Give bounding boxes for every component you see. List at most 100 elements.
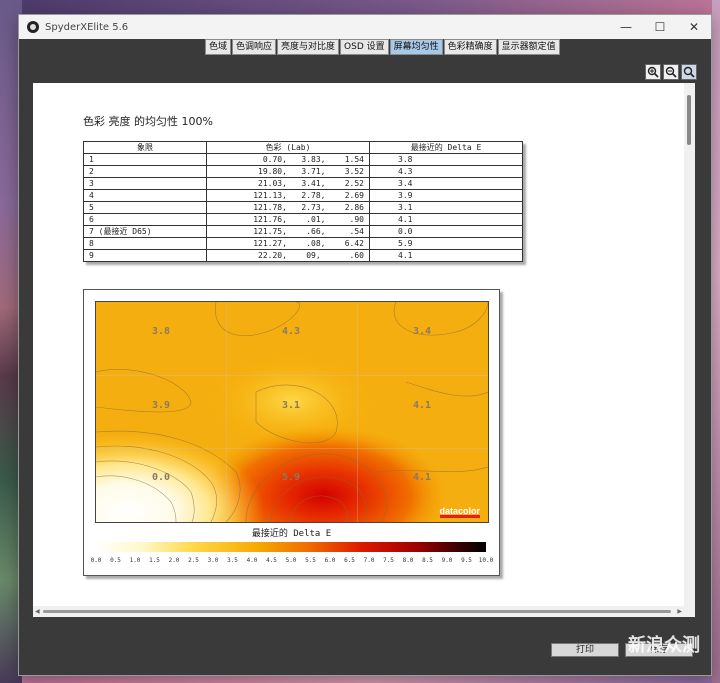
- window-title: SpyderXElite 5.6: [45, 21, 129, 33]
- title-bar: SpyderXElite 5.6 — ☐ ✕: [19, 15, 711, 39]
- cell-quadrant: 2: [83, 165, 207, 178]
- cell-delta-e: 4.1: [369, 213, 523, 226]
- tab-display-rating[interactable]: 显示器额定值: [497, 39, 560, 55]
- table-row: 5 121.78, 2.73, 2.86 3.1: [83, 201, 523, 214]
- cell-delta-e: 4.1: [369, 249, 523, 262]
- legend-tick-label: 4.5: [266, 557, 277, 564]
- desktop-background-right: [712, 0, 720, 683]
- legend-tick-label: 10.0: [478, 557, 494, 564]
- app-window: SpyderXElite 5.6 — ☐ ✕ 色域 色调响应 亮度与对比度 OS…: [18, 14, 712, 676]
- print-button[interactable]: 打印: [551, 643, 619, 657]
- uniformity-heatmap-panel: 3.8 4.3 3.4 3.9 3.1 4.1 0.0 5.9 4.1 data…: [83, 289, 500, 576]
- legend-tick-label: 5.0: [285, 557, 297, 564]
- cell-quadrant: 9: [83, 249, 207, 262]
- tab-screen-uniformity[interactable]: 屏幕均匀性: [389, 39, 443, 55]
- legend-tick-label: 8.0: [402, 557, 414, 564]
- minimize-button[interactable]: —: [609, 15, 643, 39]
- header-delta-e: 最接近的 Delta E: [369, 141, 523, 154]
- page-title: 色彩 亮度 的均匀性 100%: [83, 115, 213, 128]
- cell-lab: 121.76, .01, .90: [206, 213, 370, 226]
- table-row: 8 121.27, .08, 6.42 5.9: [83, 237, 523, 250]
- legend-tick-labels: 0.0 0.5 1.0 1.5 2.0 2.5 3.0 3.5 4.0 4.5 5.0 5.5 6.0 6…: [91, 557, 496, 567]
- table-row: 4 121.13, 2.78, 2.69 3.9: [83, 189, 523, 202]
- table-row: 9 22.20, 09, .60 4.1: [83, 249, 523, 262]
- legend-tick-label: 4.0: [246, 557, 258, 564]
- tab-gamut[interactable]: 色域: [205, 39, 232, 55]
- cell-lab: 121.78, 2.73, 2.86: [206, 201, 370, 214]
- cell-quadrant: 1: [83, 153, 207, 166]
- window-controls: — ☐ ✕: [609, 15, 711, 39]
- maximize-button[interactable]: ☐: [643, 15, 677, 39]
- cell-quadrant: 8: [83, 237, 207, 250]
- header-lab: 色彩 (Lab): [206, 141, 370, 154]
- horizontal-scroll-thumb[interactable]: [43, 610, 671, 613]
- quadrant-value: 5.9: [281, 472, 301, 483]
- tab-osd-settings[interactable]: OSD 设置: [340, 39, 389, 55]
- vertical-scroll-thumb[interactable]: [687, 95, 691, 145]
- zoom-fit-icon[interactable]: [681, 64, 697, 80]
- vertical-scrollbar[interactable]: [684, 83, 695, 617]
- uniformity-table: 象限 色彩 (Lab) 最接近的 Delta E 1 0.70, 3.83, 1…: [83, 141, 523, 262]
- legend-title: 最接近的 Delta E: [251, 529, 332, 539]
- cell-lab: 21.03, 3.41, 2.52: [206, 177, 370, 190]
- legend-color-scale: [96, 542, 486, 552]
- cell-delta-e: 3.4: [369, 177, 523, 190]
- datacolor-logo-bar: [440, 515, 480, 518]
- legend-tick-label: 2.5: [188, 557, 199, 564]
- tab-color-accuracy[interactable]: 色彩精确度: [443, 39, 497, 55]
- cell-delta-e: 4.3: [369, 165, 523, 178]
- cell-delta-e: 5.9: [369, 237, 523, 250]
- quadrant-value: 3.1: [281, 400, 301, 411]
- legend-tick-label: 6.0: [324, 557, 336, 564]
- cell-lab: 19.80, 3.71, 3.52: [206, 165, 370, 178]
- zoom-toolbar: [645, 64, 697, 80]
- content-area: 色域 色调响应 亮度与对比度 OSD 设置 屏幕均匀性 色彩精确度 显示器额定值…: [19, 39, 711, 675]
- legend-tick-label: 8.5: [422, 557, 433, 564]
- quadrant-value: 3.8: [151, 326, 171, 337]
- cell-lab: 121.75, .66, .54: [206, 225, 370, 238]
- cell-quadrant: 7 (最接近 D65): [83, 225, 207, 238]
- report-page[interactable]: 色彩 亮度 的均匀性 100% 象限 色彩 (Lab) 最接近的 Delta E…: [33, 83, 695, 617]
- cell-quadrant: 3: [83, 177, 207, 190]
- legend-tick-label: 0.0: [90, 557, 102, 564]
- legend-tick-label: 6.5: [344, 557, 355, 564]
- legend-tick-label: 2.0: [168, 557, 180, 564]
- tab-brightness-contrast[interactable]: 亮度与对比度: [277, 39, 340, 55]
- legend-tick-label: 1.5: [149, 557, 160, 564]
- quadrant-value: 0.0: [151, 472, 171, 483]
- legend-tick-label: 7.0: [363, 557, 375, 564]
- horizontal-scrollbar[interactable]: ◀ ▶: [33, 606, 684, 617]
- table-row: 6 121.76, .01, .90 4.1: [83, 213, 523, 226]
- zoom-in-icon[interactable]: [645, 64, 661, 80]
- cell-delta-e: 3.9: [369, 189, 523, 202]
- cell-delta-e: 3.1: [369, 201, 523, 214]
- cell-lab: 0.70, 3.83, 1.54: [206, 153, 370, 166]
- quadrant-value: 3.9: [151, 400, 171, 411]
- cell-quadrant: 5: [83, 201, 207, 214]
- scroll-left-icon[interactable]: ◀: [35, 608, 40, 615]
- legend-tick-label: 9.0: [441, 557, 453, 564]
- cell-delta-e: 0.0: [369, 225, 523, 238]
- table-row: 2 19.80, 3.71, 3.52 4.3: [83, 165, 523, 178]
- close-button[interactable]: ✕: [677, 15, 711, 39]
- cell-lab: 121.13, 2.78, 2.69: [206, 189, 370, 202]
- cell-delta-e: 3.8: [369, 153, 523, 166]
- cell-quadrant: 6: [83, 213, 207, 226]
- legend-tick-label: 3.5: [227, 557, 238, 564]
- table-header-row: 象限 色彩 (Lab) 最接近的 Delta E: [83, 141, 523, 154]
- scroll-right-icon[interactable]: ▶: [677, 608, 682, 615]
- watermark: 新浪众测: [628, 635, 700, 656]
- cell-lab: 121.27, .08, 6.42: [206, 237, 370, 250]
- table-row: 7 (最接近 D65) 121.75, .66, .54 0.0: [83, 225, 523, 238]
- app-icon: [27, 21, 39, 33]
- quadrant-value: 4.1: [412, 472, 432, 483]
- legend-tick-label: 3.0: [207, 557, 219, 564]
- quadrant-value: 3.4: [412, 326, 432, 337]
- table-row: 3 21.03, 3.41, 2.52 3.4: [83, 177, 523, 190]
- quadrant-value: 4.3: [281, 326, 301, 337]
- legend-tick-label: 9.5: [461, 557, 472, 564]
- legend-tick-label: 1.0: [129, 557, 141, 564]
- tab-tone-response[interactable]: 色调响应: [232, 39, 277, 55]
- zoom-out-icon[interactable]: [663, 64, 679, 80]
- table-row: 1 0.70, 3.83, 1.54 3.8: [83, 153, 523, 166]
